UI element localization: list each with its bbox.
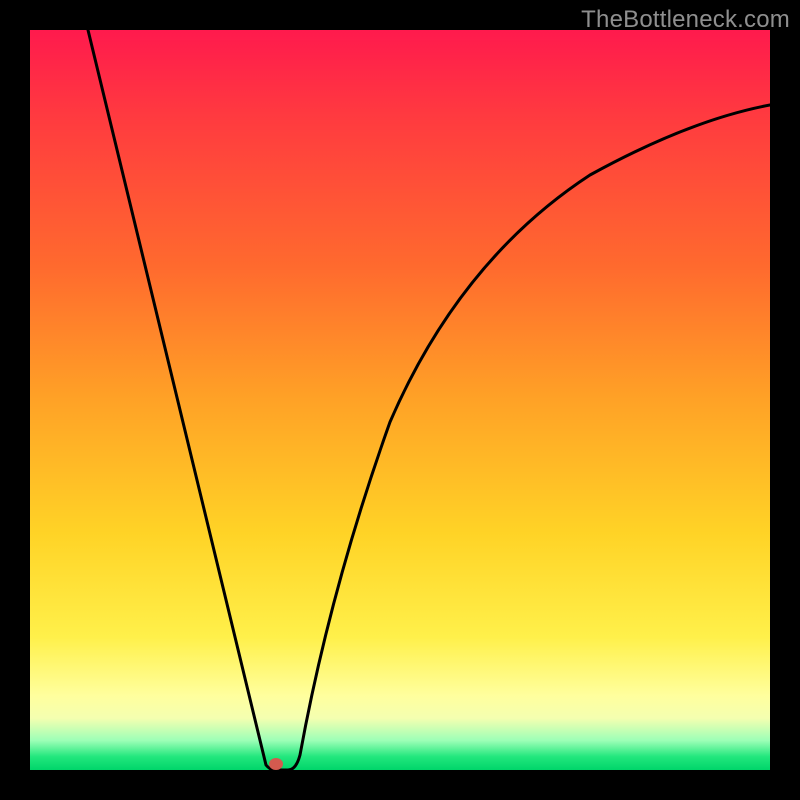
plot-area	[30, 30, 770, 770]
min-point-marker	[269, 758, 283, 770]
curve-path	[88, 30, 770, 770]
chart-stage: TheBottleneck.com	[0, 0, 800, 800]
bottleneck-curve	[30, 30, 770, 770]
